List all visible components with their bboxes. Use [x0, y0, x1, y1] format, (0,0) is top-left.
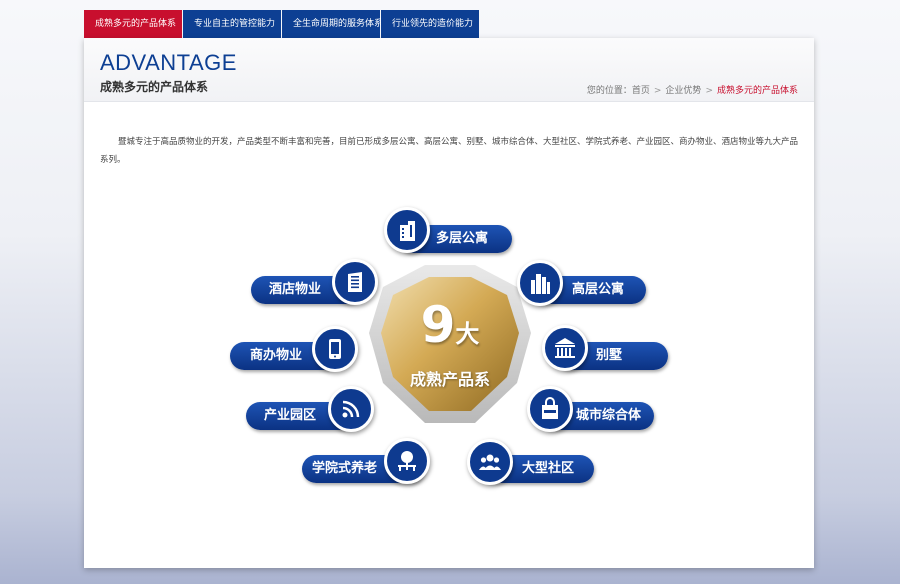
page-title: ADVANTAGE	[100, 50, 237, 75]
breadcrumb: 您的位置：首页 > 企业优势 > 成熟多元的产品体系	[587, 83, 798, 96]
page-subtitle: 成熟多元的产品体系	[100, 80, 209, 94]
content-panel: ADVANTAGE 成熟多元的产品体系 您的位置：首页 > 企业优势 > 成熟多元的产品…	[84, 38, 814, 568]
panel-header: ADVANTAGE 成熟多元的产品体系 您的位置：首页 > 企业优势 > 成熟多元的产品…	[84, 38, 814, 102]
tab-cost-capability[interactable]: 行业领先的造价能力	[381, 10, 479, 38]
intro-paragraph: 暨城专注于高品质物业的开发，产品类型不断丰富和完善，目前已形成多层公寓、高层公寓…	[100, 137, 799, 165]
breadcrumb-separator: >	[653, 86, 662, 96]
breadcrumb-section-link[interactable]: 企业优势	[665, 86, 701, 96]
tab-lifecycle-service[interactable]: 全生命周期的服务体系	[282, 10, 383, 38]
tab-management-capability[interactable]: 专业自主的管控能力	[183, 10, 281, 38]
breadcrumb-home-link[interactable]: 首页	[632, 86, 650, 96]
breadcrumb-current: 成熟多元的产品体系	[716, 86, 798, 96]
tab-bar: 成熟多元的产品体系 专业自主的管控能力 全生命周期的服务体系 行业领先的造价能力	[84, 10, 480, 38]
tab-product-system[interactable]: 成熟多元的产品体系	[84, 10, 182, 38]
breadcrumb-prefix: 您的位置：	[586, 86, 632, 96]
breadcrumb-separator: >	[705, 86, 713, 96]
